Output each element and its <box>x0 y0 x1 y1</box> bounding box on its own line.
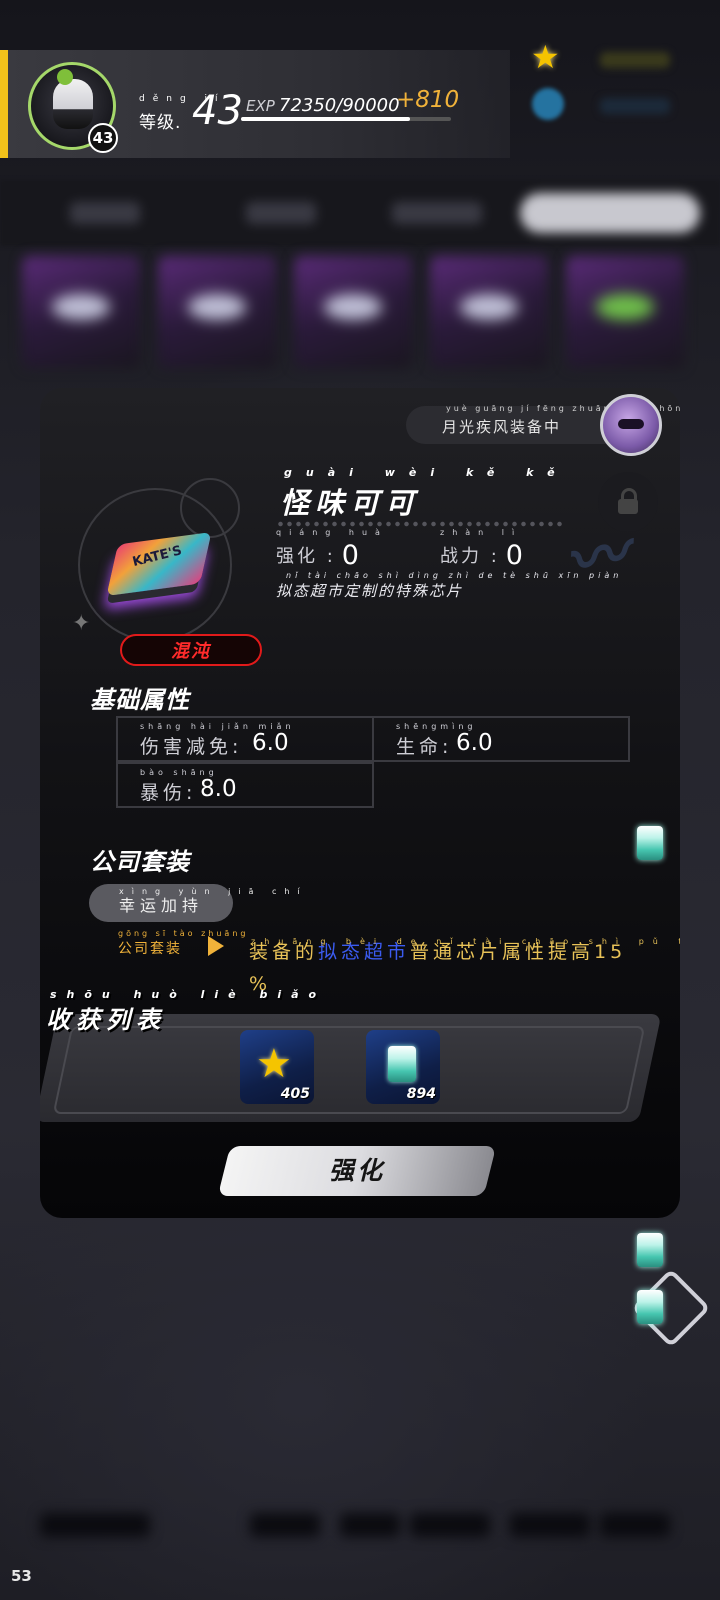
rewards-title: shōu huò liè biǎo 收获列表 <box>46 988 316 1035</box>
exp-label: EXP <box>246 97 275 115</box>
gem-icon <box>532 88 564 120</box>
dotted-divider <box>276 521 566 527</box>
play-arrow-icon <box>208 936 224 956</box>
power-stat-label: 战力 : <box>440 546 500 567</box>
background-card <box>294 256 412 368</box>
exp-gain: +810 <box>396 87 460 113</box>
equip-status-text: 月光疾风装备中 <box>442 418 562 436</box>
attribute-colon: : <box>232 736 243 758</box>
enhance-stat-label: 强化 : <box>276 546 336 567</box>
sparkle-icon: ✦ <box>72 611 91 636</box>
chip-circle-decoration <box>180 478 240 538</box>
avatar-level-badge: 43 <box>88 123 118 153</box>
attribute-label: shāng hài jiǎn miǎn 伤害减免: <box>140 722 291 759</box>
item-name-text: 怪味可可 <box>280 486 421 520</box>
background-tab-bar <box>0 180 720 246</box>
power-stat: zhàn lì 战力 :0 <box>440 528 523 571</box>
reward-count: 894 <box>406 1086 436 1102</box>
attribute-value: 6.0 <box>252 730 289 756</box>
level-value: 43 <box>192 88 243 134</box>
enhance-stat: qiáng huà 强化 :0 <box>276 528 380 571</box>
attribute-label-text: 生命 <box>396 736 443 758</box>
suit-name-pill[interactable]: xìng yùn jiā chí 幸运加持 <box>89 884 300 922</box>
enhance-stat-value: 0 <box>341 540 359 571</box>
rewards-title-pinyin: shōu huò liè biǎo <box>50 988 327 1001</box>
attribute-label-text: 暴伤 <box>140 782 187 804</box>
background-card-row <box>0 248 720 378</box>
lock-icon <box>618 488 638 514</box>
level-label: děng jí 等级. <box>139 94 218 133</box>
accent-strip <box>0 50 8 158</box>
attribute-colon: : <box>186 782 197 804</box>
suit-tag: gōng sī tào zhuāng 公司套装 <box>118 929 245 958</box>
level-label-text: 等级. <box>139 113 182 133</box>
star-icon: ★ <box>531 38 560 76</box>
item-name: guài wèi kě kě 怪味可可 <box>280 466 555 522</box>
attribute-label: bào shāng 暴伤: <box>140 768 214 805</box>
background-tab-active <box>520 193 700 233</box>
background-bottom-bar <box>40 1505 680 1545</box>
power-stat-value: 0 <box>505 540 523 571</box>
exp-value: 72350/90000 <box>279 95 400 116</box>
background-tab <box>392 202 482 224</box>
item-description-text: 拟态超市定制的特殊芯片 <box>276 582 464 600</box>
background-card <box>430 256 548 368</box>
suit-name-pinyin: xìng yùn jiā chí <box>119 887 308 896</box>
avatar-hat-icon <box>57 69 73 85</box>
attribute-colon: : <box>442 736 453 758</box>
rarity-tag: 混沌 <box>120 634 262 666</box>
chip-detail-panel: 〰 yuè guāng jí fēng zhuāng bèi zhōng 月光疾… <box>40 388 680 1218</box>
exp-progress-fill <box>241 117 410 121</box>
exp-progress-bar <box>241 117 451 121</box>
base-attributes-title: 基础属性 <box>90 686 190 714</box>
fps-counter: 53 <box>11 1567 32 1585</box>
attribute-cell: shēngmìng 生命: 6.0 <box>372 716 630 762</box>
item-description: nǐ tài chāo shì dìng zhì de tè shū xīn p… <box>276 571 618 601</box>
equip-status-pill: yuè guāng jí fēng zhuāng bèi zhōng 月光疾风装… <box>406 404 680 444</box>
attribute-value: 6.0 <box>456 730 493 756</box>
suit-effect-pinyin: zhuāng bèi de nǐ tài chāo shì pǔ tōng xī… <box>251 937 680 946</box>
attribute-cell: shāng hài jiǎn miǎn 伤害减免: 6.0 <box>116 716 374 762</box>
background-card <box>22 256 140 368</box>
suit-tag-pinyin: gōng sī tào zhuāng <box>118 929 249 938</box>
reward-item[interactable]: 894 <box>366 1030 440 1104</box>
attribute-cell: bào shāng 暴伤: 8.0 <box>116 762 374 808</box>
attribute-label-text: 伤害减免 <box>140 736 233 758</box>
avatar-portrait <box>53 79 93 129</box>
attribute-value: 8.0 <box>200 776 237 802</box>
attribute-grid: shāng hài jiǎn miǎn 伤害减免: 6.0 shēngmìng … <box>116 716 630 810</box>
star-icon: ★ <box>256 1041 292 1087</box>
suit-tag-text: 公司套装 <box>118 941 182 957</box>
attribute-label: shēngmìng 生命: <box>396 722 472 759</box>
background-card <box>566 256 684 368</box>
lock-button[interactable] <box>598 472 658 532</box>
currency-amount <box>600 52 670 68</box>
item-name-pinyin: guài wèi kě kě <box>284 466 569 479</box>
rewards-title-text: 收获列表 <box>46 1006 166 1034</box>
power-stat-pinyin: zhàn lì <box>440 528 523 537</box>
background-tab <box>246 202 316 224</box>
equipped-character-avatar[interactable] <box>600 394 662 456</box>
currency-amount <box>600 98 670 114</box>
cube-icon <box>388 1046 416 1082</box>
cube-icon <box>637 1233 663 1267</box>
item-description-pinyin: nǐ tài chāo shì dìng zhì de tè shū xīn p… <box>286 571 623 580</box>
cube-icon <box>637 826 663 860</box>
enhance-button-label: 强化 <box>328 1156 385 1185</box>
reward-count: 405 <box>280 1086 310 1102</box>
cube-icon <box>637 1290 663 1324</box>
enhance-stat-pinyin: qiáng huà <box>276 528 388 537</box>
background-tab <box>70 202 140 224</box>
reward-item[interactable]: ★ 405 <box>240 1030 314 1104</box>
background-card <box>158 256 276 368</box>
